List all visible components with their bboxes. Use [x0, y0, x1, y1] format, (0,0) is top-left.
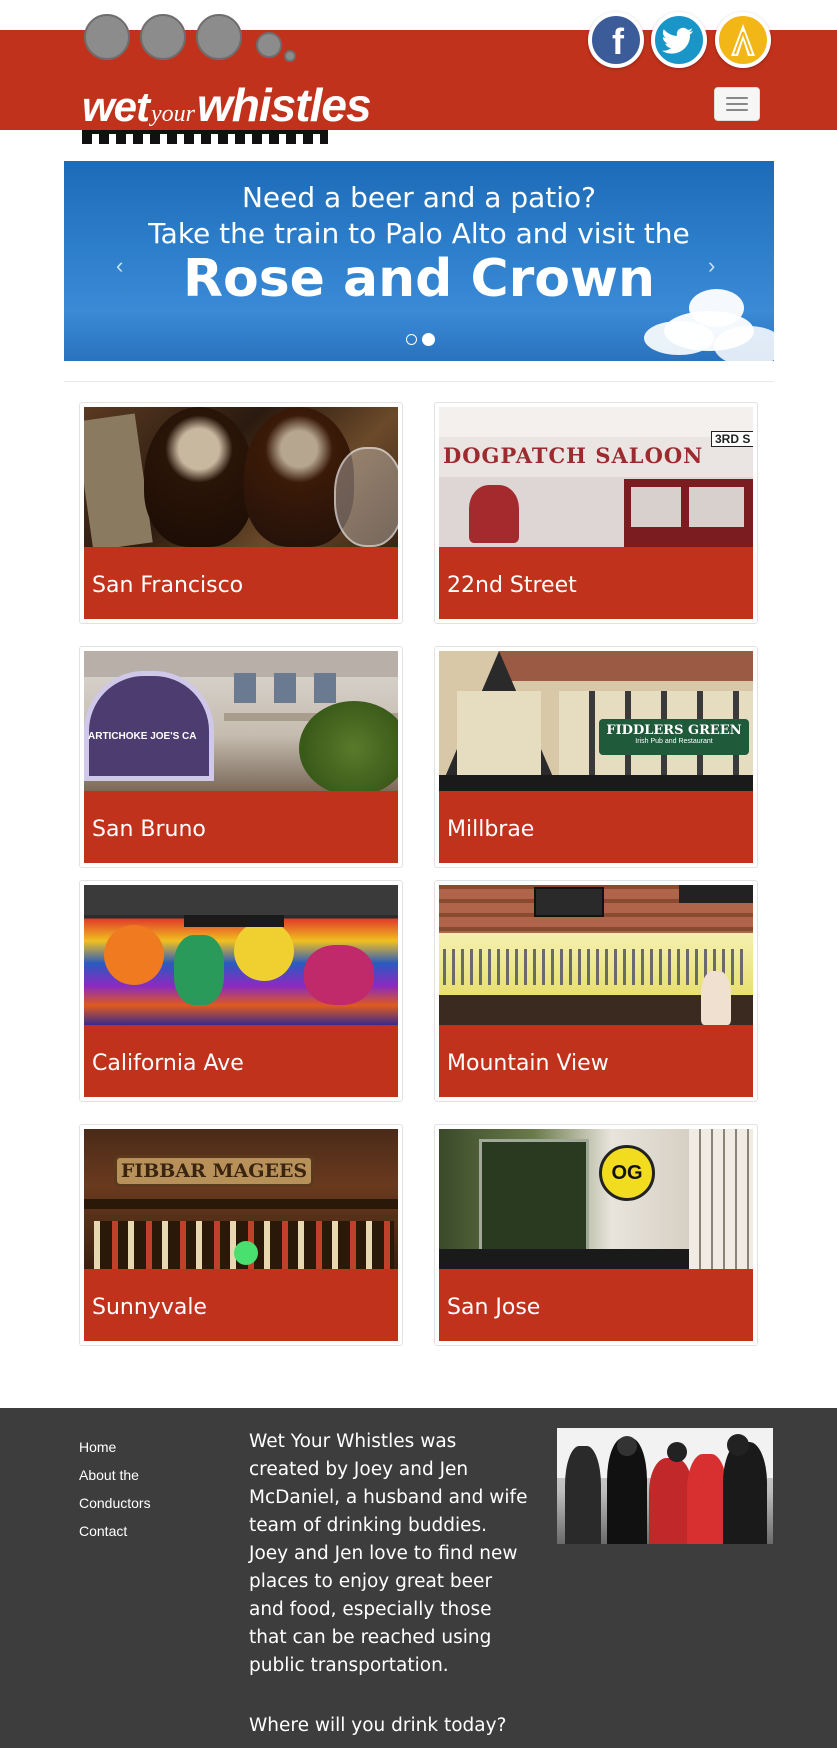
location-label: California Ave [84, 1025, 398, 1097]
hamburger-icon-bar [726, 109, 748, 111]
carousel-indicators [406, 333, 435, 346]
hamburger-icon-bar [726, 97, 748, 99]
location-tile-millbrae[interactable]: FIDDLERS GREEN Irish Pub and Restaurant … [434, 646, 758, 868]
site-footer: Home About the Conductors Contact Wet Yo… [0, 1408, 837, 1748]
location-label: Millbrae [439, 791, 753, 863]
logo-bubble [196, 14, 242, 60]
logo-word: wet [82, 83, 150, 130]
footer-tagline: Where will you drink today? [249, 1715, 507, 1736]
location-tile-mountain-view[interactable]: Mountain View [434, 880, 758, 1102]
location-photo: ARTICHOKE JOE'S CA [84, 651, 398, 791]
footer-link-about[interactable]: About the Conductors [79, 1461, 174, 1517]
twitter-icon[interactable] [651, 12, 707, 68]
carousel-indicator-active[interactable] [422, 333, 435, 346]
footer-nav: Home About the Conductors Contact [79, 1433, 229, 1545]
street-sign: 3RD S [711, 431, 753, 447]
logo-bubble [84, 14, 130, 60]
original-gravity-sign: OG [599, 1145, 655, 1201]
location-tile-san-francisco[interactable]: San Francisco [79, 402, 403, 624]
location-tile-22nd-street[interactable]: DOGPATCH SALOON 3RD S 22nd Street [434, 402, 758, 624]
dogpatch-sign: DOGPATCH SALOON [443, 443, 704, 468]
conductors-photo [557, 1428, 773, 1544]
logo-bubble [140, 14, 186, 60]
artichoke-sign: ARTICHOKE JOE'S CA [88, 731, 197, 742]
footer-about-text: Wet Your Whistles was created by Joey an… [249, 1431, 528, 1676]
footer-link-home[interactable]: Home [79, 1433, 229, 1461]
location-photo [84, 407, 398, 547]
logo-word: whistles [197, 79, 372, 131]
cloud-decoration [644, 321, 714, 355]
carousel-caption-line: Take the train to Palo Alto and visit th… [148, 217, 690, 250]
fibbar-magees-sign: FIBBAR MAGEES [114, 1155, 314, 1187]
carousel-prev-icon[interactable]: ‹ [116, 253, 123, 279]
section-divider [64, 381, 774, 382]
location-tile-san-jose[interactable]: OG San Jose [434, 1124, 758, 1346]
logo-bubble [256, 32, 282, 58]
carousel-next-icon[interactable]: › [708, 253, 715, 279]
location-tile-california-ave[interactable]: California Ave [79, 880, 403, 1102]
location-label: San Francisco [84, 547, 398, 619]
yelp-icon[interactable] [715, 12, 771, 68]
location-label: 22nd Street [439, 547, 753, 619]
location-photo [439, 885, 753, 1025]
fiddlers-sign: FIDDLERS GREEN [606, 723, 742, 738]
svg-text:f: f [612, 21, 625, 62]
fiddlers-subsign: Irish Pub and Restaurant [635, 738, 713, 745]
carousel-title: Rose and Crown [182, 249, 656, 309]
location-photo: FIBBAR MAGEES [84, 1129, 398, 1269]
location-photo [84, 885, 398, 1025]
logo-bubble [284, 50, 296, 62]
location-label: Mountain View [439, 1025, 753, 1097]
logo-wordmark: wetyourwhistles [82, 78, 372, 132]
logo-word: your [151, 101, 196, 127]
fiddlers-green-awning: FIDDLERS GREEN Irish Pub and Restaurant [599, 719, 749, 755]
carousel-caption-line: Need a beer and a patio? [241, 181, 597, 214]
location-label: San Jose [439, 1269, 753, 1341]
site-logo[interactable]: wetyourwhistles [82, 12, 372, 144]
location-label: San Bruno [84, 791, 398, 863]
cloud-decoration [714, 326, 774, 361]
location-tile-san-bruno[interactable]: ARTICHOKE JOE'S CA San Bruno [79, 646, 403, 868]
hamburger-icon-bar [726, 103, 748, 105]
menu-toggle-button[interactable] [714, 87, 760, 121]
location-tile-sunnyvale[interactable]: FIBBAR MAGEES Sunnyvale [79, 1124, 403, 1346]
site-header: wetyourwhistles f [0, 0, 837, 144]
carousel-indicator[interactable] [406, 334, 417, 345]
featured-carousel[interactable]: Need a beer and a patio? Take the train … [64, 161, 774, 361]
location-photo: DOGPATCH SALOON 3RD S [439, 407, 753, 547]
facebook-icon[interactable]: f [588, 12, 644, 68]
location-photo: OG [439, 1129, 753, 1269]
logo-rail-track [82, 130, 328, 144]
footer-link-contact[interactable]: Contact [79, 1517, 229, 1545]
location-label: Sunnyvale [84, 1269, 398, 1341]
location-photo: FIDDLERS GREEN Irish Pub and Restaurant [439, 651, 753, 791]
